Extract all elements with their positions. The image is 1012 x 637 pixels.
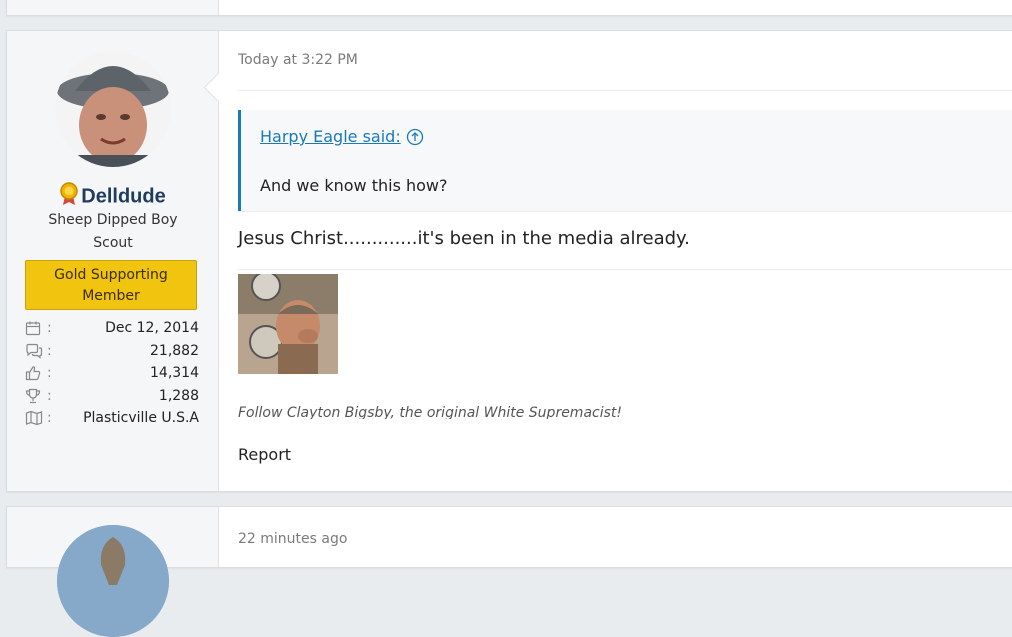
message-content: Today at 3:22 PM Harpy Eagle said: And w… — [219, 31, 1012, 491]
quote-block: Harpy Eagle said: And we know this how? — [238, 110, 1012, 211]
next-post: 22 minutes ago — [6, 506, 1012, 637]
user-title: Sheep Dipped Boy Scout — [48, 212, 178, 251]
divider — [238, 269, 1012, 270]
avatar-image — [55, 51, 171, 167]
stat-colon: : — [47, 320, 52, 337]
trophy-icon — [25, 388, 47, 404]
stat-colon: : — [47, 342, 52, 359]
stat-reactions-value: 14,314 — [150, 365, 199, 382]
stat-messages[interactable]: : 21,882 — [25, 340, 199, 363]
stat-colon: : — [47, 365, 52, 382]
divider — [238, 90, 1012, 91]
avatar[interactable] — [55, 51, 171, 167]
user-signature: Follow Clayton Bigsby, the original Whit… — [238, 405, 623, 419]
message-post: Delldude Sheep Dipped Boy Scout Gold Sup… — [6, 30, 1012, 492]
stat-colon: : — [47, 410, 52, 427]
reaction-gif-image[interactable] — [238, 274, 338, 374]
avatar[interactable] — [57, 525, 169, 637]
quote-author-link[interactable]: Harpy Eagle said: — [260, 127, 401, 146]
calendar-icon — [25, 320, 47, 336]
stat-joined-value: Dec 12, 2014 — [105, 320, 199, 337]
map-icon — [25, 410, 47, 426]
stat-location-value[interactable]: Plasticville U.S.A — [57, 410, 199, 426]
username-link[interactable]: Delldude — [7, 182, 218, 212]
thumbs-up-icon — [25, 365, 47, 381]
next-post-content: 22 minutes ago — [219, 507, 1012, 567]
avatar-image — [57, 525, 169, 637]
quote-text: And we know this how? — [260, 176, 448, 195]
stat-colon: : — [47, 387, 52, 404]
stat-joined: : Dec 12, 2014 — [25, 317, 199, 340]
post-timestamp[interactable]: 22 minutes ago — [238, 531, 347, 547]
stat-reactions[interactable]: : 14,314 — [25, 362, 199, 385]
next-post-sidebar — [7, 507, 219, 637]
stat-messages-value: 21,882 — [150, 342, 199, 359]
previous-post-sidebar — [7, 0, 219, 15]
divider — [238, 211, 1012, 212]
jump-to-quote-icon[interactable] — [406, 128, 424, 146]
gold-supporting-member-banner: Gold Supporting Member — [25, 260, 197, 310]
stat-trophies[interactable]: : 1,288 — [25, 385, 199, 408]
message-body: Jesus Christ.............it's been in th… — [238, 228, 690, 249]
award-badge-icon — [59, 182, 79, 212]
username-text: Delldude — [81, 185, 166, 208]
previous-post — [6, 0, 1012, 16]
post-timestamp[interactable]: Today at 3:22 PM — [238, 52, 358, 68]
report-link[interactable]: Report — [238, 445, 291, 464]
stat-trophies-value: 1,288 — [158, 387, 199, 404]
messages-icon — [25, 343, 47, 359]
user-stats: : Dec 12, 2014 : 21,882 : 14,314: 1,288… — [25, 317, 199, 430]
user-sidebar: Delldude Sheep Dipped Boy Scout Gold Sup… — [7, 31, 219, 491]
stat-location[interactable]: : Plasticville U.S.A — [25, 407, 199, 430]
